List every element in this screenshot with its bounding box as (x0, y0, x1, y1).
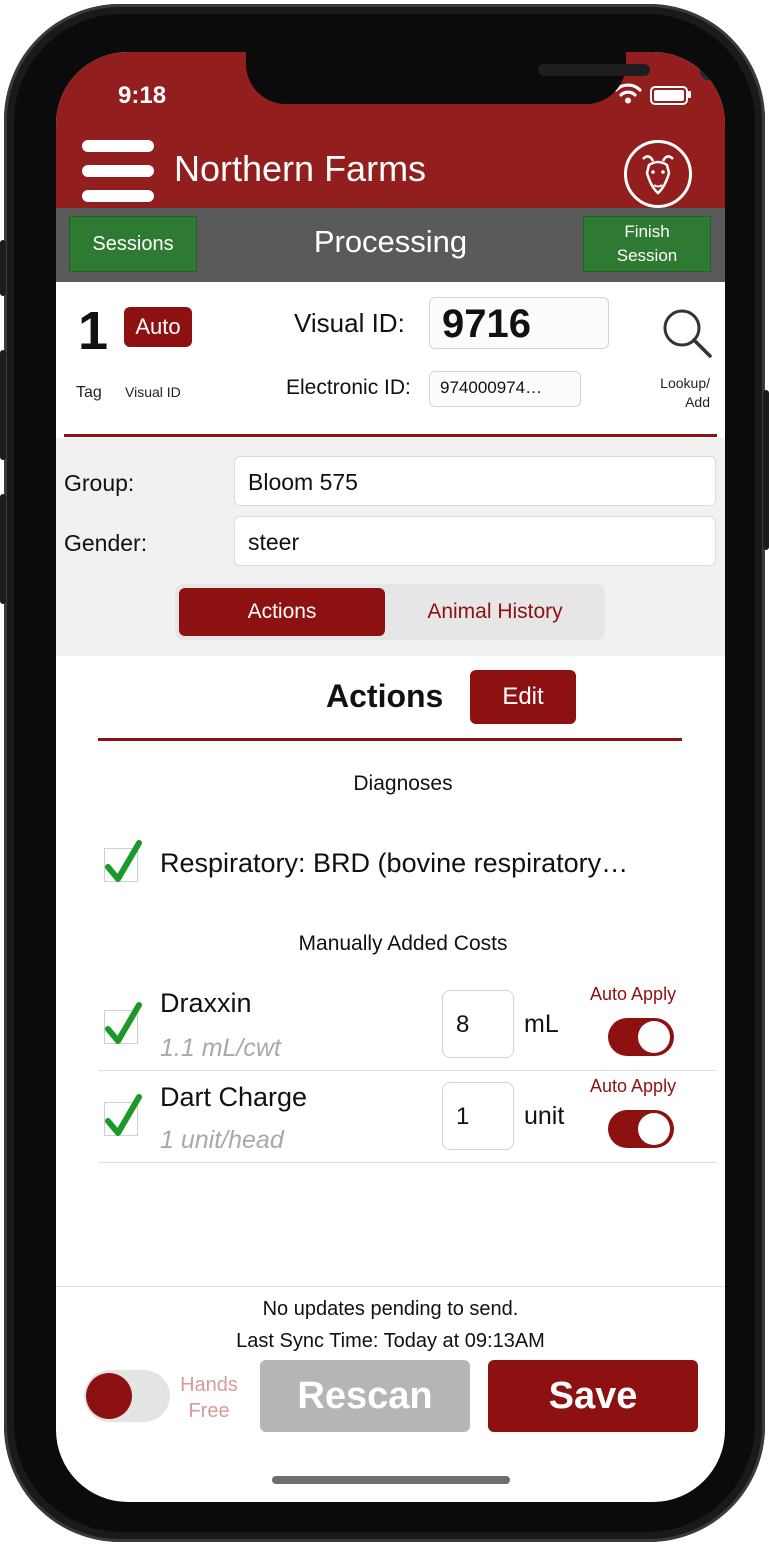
mute-switch (0, 240, 6, 296)
earpiece-speaker (538, 64, 650, 76)
toggle-knob (638, 1113, 670, 1145)
gender-field[interactable]: steer (234, 516, 716, 566)
visual-id-caption: Visual ID (125, 384, 181, 400)
lookup-add-label[interactable]: Lookup/ Add (648, 374, 710, 412)
auto-apply-label: Auto Apply (590, 1076, 677, 1096)
cost-checkbox-draxxin[interactable] (104, 1002, 142, 1044)
cost-rate-draxxin: 1.1 mL/cwt (160, 1034, 281, 1062)
auto-apply-toggle-draxxin[interactable] (608, 1018, 674, 1056)
sync-status: No updates pending to send. (262, 1298, 519, 1320)
visual-id-label: Visual ID: (294, 308, 405, 338)
finish-session-label-2: Session (616, 246, 678, 265)
finish-session-button[interactable]: Finish Session (583, 216, 711, 272)
cost-rate-dart-charge: 1 unit/head (160, 1126, 284, 1154)
toggle-knob (638, 1021, 670, 1053)
manual-costs-header: Manually Added Costs (298, 932, 508, 955)
visual-id-field[interactable]: 9716 (429, 297, 609, 349)
row-divider (98, 1070, 716, 1071)
finish-session-label-1: Finish (624, 222, 670, 241)
toggle-knob (86, 1373, 132, 1419)
diagnosis-label: Respiratory: BRD (bovine respiratory… (160, 848, 629, 878)
volume-down-button (0, 494, 6, 604)
electronic-id-label: Electronic ID: (286, 376, 411, 399)
cost-name-dart-charge: Dart Charge (160, 1082, 308, 1112)
tag-label: Tag (76, 384, 102, 401)
actions-title: Actions (326, 678, 444, 714)
row-divider (98, 1162, 716, 1163)
electronic-id-value: 974000974… (440, 378, 543, 397)
unit-label-dart-charge: unit (524, 1102, 565, 1130)
actions-divider (98, 738, 682, 741)
auto-apply-toggle-dart-charge[interactable] (608, 1110, 674, 1148)
volume-up-button (0, 350, 6, 460)
edit-button[interactable]: Edit (470, 670, 576, 724)
group-field[interactable]: Bloom 575 (234, 456, 716, 506)
group-label: Group: (64, 470, 135, 496)
front-camera (700, 62, 718, 80)
hamburger-menu-icon[interactable] (82, 140, 154, 202)
session-bar: Sessions Processing Finish Session (56, 208, 725, 282)
section-divider (64, 434, 717, 437)
gender-value: steer (248, 529, 300, 555)
device-notch (246, 52, 718, 104)
auto-apply-label: Auto Apply (590, 984, 677, 1004)
gender-label: Gender: (64, 530, 148, 556)
power-button (763, 390, 769, 550)
app-title: Northern Farms (174, 148, 427, 189)
last-sync-time: Last Sync Time: Today at 09:13AM (236, 1330, 545, 1352)
diagnoses-header: Diagnoses (353, 772, 453, 795)
view-segmented-control: Actions Animal History (175, 584, 605, 640)
lookup-label-line-1: Lookup/ (660, 375, 710, 391)
save-button[interactable]: Save (488, 1360, 698, 1432)
lookup-label-line-2: Add (685, 394, 710, 410)
unit-label-draxxin: mL (524, 1010, 559, 1038)
checkmark-icon (105, 840, 142, 882)
tab-animal-history[interactable]: Animal History (389, 588, 601, 636)
quantity-field-dart-charge[interactable]: 1 (442, 1082, 514, 1150)
electronic-id-field[interactable]: 974000974… (429, 371, 581, 407)
status-time: 9:18 (118, 82, 167, 109)
tab-actions[interactable]: Actions (179, 588, 385, 636)
quantity-field-draxxin[interactable]: 8 (442, 990, 514, 1058)
cost-name-draxxin: Draxxin (160, 988, 252, 1018)
tag-number: 1 (78, 301, 109, 361)
hands-free-label-line-1: Hands (180, 1374, 238, 1396)
home-indicator[interactable] (272, 1476, 510, 1484)
battery-tip (688, 91, 691, 98)
rescan-button[interactable]: Rescan (260, 1360, 470, 1432)
bull-head-logo-icon (624, 140, 692, 208)
checkmark-icon (105, 1002, 142, 1044)
checkmark-icon (105, 1094, 142, 1136)
battery-level (654, 90, 684, 101)
footer-divider (56, 1286, 725, 1287)
hands-free-label: Hands Free (174, 1372, 244, 1424)
hands-free-label-line-2: Free (188, 1400, 230, 1422)
visual-id-value: 9716 (442, 302, 531, 346)
quantity-value-draxxin: 8 (456, 1011, 470, 1038)
cost-checkbox-dart-charge[interactable] (104, 1094, 142, 1136)
quantity-value-dart-charge: 1 (456, 1103, 470, 1130)
battery-icon (650, 86, 688, 105)
auto-badge[interactable]: Auto (124, 307, 192, 347)
group-value: Bloom 575 (248, 469, 358, 495)
search-icon[interactable] (660, 306, 714, 365)
app-screen: 9:18 ···· Northern Farms Sessions Pro (56, 52, 725, 1502)
diagnosis-checkbox[interactable] (104, 840, 142, 882)
hands-free-toggle[interactable] (84, 1370, 170, 1422)
